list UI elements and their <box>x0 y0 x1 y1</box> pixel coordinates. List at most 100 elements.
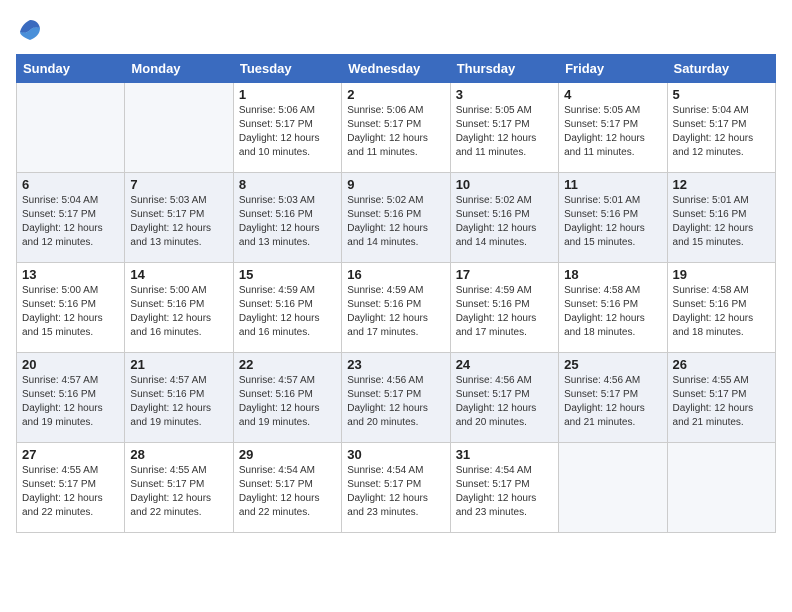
calendar-cell <box>667 443 775 533</box>
day-number: 18 <box>564 267 661 282</box>
day-info: Sunrise: 4:59 AM Sunset: 5:16 PM Dayligh… <box>239 284 336 340</box>
day-number: 26 <box>673 357 770 372</box>
day-info: Sunrise: 4:54 AM Sunset: 5:17 PM Dayligh… <box>239 464 336 520</box>
day-number: 13 <box>22 267 119 282</box>
day-number: 14 <box>130 267 227 282</box>
week-row-5: 27 Sunrise: 4:55 AM Sunset: 5:17 PM Dayli… <box>17 443 776 533</box>
calendar-cell: 24 Sunrise: 4:56 AM Sunset: 5:17 PM Dayli… <box>450 353 558 443</box>
day-info: Sunrise: 5:06 AM Sunset: 5:17 PM Dayligh… <box>347 104 444 160</box>
day-number: 6 <box>22 177 119 192</box>
calendar-cell: 29 Sunrise: 4:54 AM Sunset: 5:17 PM Dayli… <box>233 443 341 533</box>
calendar-cell: 16Sunrise: 4:59 AM Sunset: 5:16 PM Dayli… <box>342 263 450 353</box>
logo-icon <box>16 16 44 44</box>
day-number: 15 <box>239 267 336 282</box>
calendar-cell: 14 Sunrise: 5:00 AM Sunset: 5:16 PM Dayli… <box>125 263 233 353</box>
day-number: 12 <box>673 177 770 192</box>
calendar-cell: 27 Sunrise: 4:55 AM Sunset: 5:17 PM Dayli… <box>17 443 125 533</box>
col-header-friday: Friday <box>559 55 667 83</box>
calendar-cell: 21Sunrise: 4:57 AM Sunset: 5:16 PM Dayli… <box>125 353 233 443</box>
day-number: 2 <box>347 87 444 102</box>
day-number: 3 <box>456 87 553 102</box>
day-info: Sunrise: 5:03 AM Sunset: 5:16 PM Dayligh… <box>239 194 336 250</box>
col-header-monday: Monday <box>125 55 233 83</box>
day-number: 17 <box>456 267 553 282</box>
calendar-cell: 17 Sunrise: 4:59 AM Sunset: 5:16 PM Dayli… <box>450 263 558 353</box>
calendar-cell: 12 Sunrise: 5:01 AM Sunset: 5:16 PM Dayli… <box>667 173 775 263</box>
calendar-cell: 9 Sunrise: 5:02 AM Sunset: 5:16 PM Daylig… <box>342 173 450 263</box>
day-info: Sunrise: 4:57 AM Sunset: 5:16 PM Dayligh… <box>239 374 336 430</box>
calendar-cell: 13 Sunrise: 5:00 AM Sunset: 5:16 PM Dayli… <box>17 263 125 353</box>
day-info: Sunrise: 4:58 AM Sunset: 5:16 PM Dayligh… <box>673 284 770 340</box>
day-number: 23 <box>347 357 444 372</box>
calendar-cell: 10 Sunrise: 5:02 AM Sunset: 5:16 PM Dayli… <box>450 173 558 263</box>
calendar-cell: 18 Sunrise: 4:58 AM Sunset: 5:16 PM Dayli… <box>559 263 667 353</box>
calendar-cell: 4 Sunrise: 5:05 AM Sunset: 5:17 PM Daylig… <box>559 83 667 173</box>
day-number: 10 <box>456 177 553 192</box>
day-number: 8 <box>239 177 336 192</box>
day-info: Sunrise: 5:05 AM Sunset: 5:17 PM Dayligh… <box>456 104 553 160</box>
calendar-cell: 30 Sunrise: 4:54 AM Sunset: 5:17 PM Dayli… <box>342 443 450 533</box>
day-info: Sunrise: 4:59 AM Sunset: 5:16 PM Dayligh… <box>347 284 444 340</box>
day-info: Sunrise: 4:55 AM Sunset: 5:17 PM Dayligh… <box>22 464 119 520</box>
day-info: Sunrise: 5:06 AM Sunset: 5:17 PM Dayligh… <box>239 104 336 160</box>
col-header-saturday: Saturday <box>667 55 775 83</box>
calendar-cell: 19 Sunrise: 4:58 AM Sunset: 5:16 PM Dayli… <box>667 263 775 353</box>
col-header-wednesday: Wednesday <box>342 55 450 83</box>
calendar-cell <box>559 443 667 533</box>
col-header-sunday: Sunday <box>17 55 125 83</box>
calendar-cell: 6 Sunrise: 5:04 AM Sunset: 5:17 PM Daylig… <box>17 173 125 263</box>
day-info: Sunrise: 5:05 AM Sunset: 5:17 PM Dayligh… <box>564 104 661 160</box>
calendar-cell: 5Sunrise: 5:04 AM Sunset: 5:17 PM Daylig… <box>667 83 775 173</box>
day-info: Sunrise: 4:58 AM Sunset: 5:16 PM Dayligh… <box>564 284 661 340</box>
day-info: Sunrise: 5:01 AM Sunset: 5:16 PM Dayligh… <box>673 194 770 250</box>
day-info: Sunrise: 4:54 AM Sunset: 5:17 PM Dayligh… <box>347 464 444 520</box>
day-info: Sunrise: 4:56 AM Sunset: 5:17 PM Dayligh… <box>347 374 444 430</box>
day-number: 19 <box>673 267 770 282</box>
day-info: Sunrise: 5:02 AM Sunset: 5:16 PM Dayligh… <box>456 194 553 250</box>
calendar-cell: 7 Sunrise: 5:03 AM Sunset: 5:17 PM Daylig… <box>125 173 233 263</box>
calendar-cell: 2 Sunrise: 5:06 AM Sunset: 5:17 PM Daylig… <box>342 83 450 173</box>
day-info: Sunrise: 4:56 AM Sunset: 5:17 PM Dayligh… <box>456 374 553 430</box>
day-info: Sunrise: 5:04 AM Sunset: 5:17 PM Dayligh… <box>673 104 770 160</box>
day-number: 31 <box>456 447 553 462</box>
day-info: Sunrise: 5:00 AM Sunset: 5:16 PM Dayligh… <box>130 284 227 340</box>
calendar-cell <box>17 83 125 173</box>
calendar-cell: 8 Sunrise: 5:03 AM Sunset: 5:16 PM Daylig… <box>233 173 341 263</box>
day-info: Sunrise: 4:59 AM Sunset: 5:16 PM Dayligh… <box>456 284 553 340</box>
day-number: 22 <box>239 357 336 372</box>
day-info: Sunrise: 5:04 AM Sunset: 5:17 PM Dayligh… <box>22 194 119 250</box>
calendar-cell: 11Sunrise: 5:01 AM Sunset: 5:16 PM Dayli… <box>559 173 667 263</box>
day-info: Sunrise: 5:00 AM Sunset: 5:16 PM Dayligh… <box>22 284 119 340</box>
day-number: 1 <box>239 87 336 102</box>
day-number: 4 <box>564 87 661 102</box>
col-header-thursday: Thursday <box>450 55 558 83</box>
day-number: 11 <box>564 177 661 192</box>
week-row-3: 13 Sunrise: 5:00 AM Sunset: 5:16 PM Dayli… <box>17 263 776 353</box>
logo <box>16 16 48 44</box>
day-number: 21 <box>130 357 227 372</box>
day-number: 7 <box>130 177 227 192</box>
day-info: Sunrise: 4:55 AM Sunset: 5:17 PM Dayligh… <box>673 374 770 430</box>
day-number: 24 <box>456 357 553 372</box>
calendar-cell: 28 Sunrise: 4:55 AM Sunset: 5:17 PM Dayli… <box>125 443 233 533</box>
day-info: Sunrise: 4:55 AM Sunset: 5:17 PM Dayligh… <box>130 464 227 520</box>
day-info: Sunrise: 4:54 AM Sunset: 5:17 PM Dayligh… <box>456 464 553 520</box>
day-number: 25 <box>564 357 661 372</box>
day-number: 28 <box>130 447 227 462</box>
col-header-tuesday: Tuesday <box>233 55 341 83</box>
day-number: 29 <box>239 447 336 462</box>
day-info: Sunrise: 5:02 AM Sunset: 5:16 PM Dayligh… <box>347 194 444 250</box>
week-row-1: 1 Sunrise: 5:06 AM Sunset: 5:17 PM Daylig… <box>17 83 776 173</box>
calendar-cell: 23 Sunrise: 4:56 AM Sunset: 5:17 PM Dayli… <box>342 353 450 443</box>
day-info: Sunrise: 5:03 AM Sunset: 5:17 PM Dayligh… <box>130 194 227 250</box>
week-row-4: 20 Sunrise: 4:57 AM Sunset: 5:16 PM Dayli… <box>17 353 776 443</box>
day-number: 27 <box>22 447 119 462</box>
calendar-cell: 31 Sunrise: 4:54 AM Sunset: 5:17 PM Dayli… <box>450 443 558 533</box>
day-number: 9 <box>347 177 444 192</box>
calendar-cell: 26 Sunrise: 4:55 AM Sunset: 5:17 PM Dayli… <box>667 353 775 443</box>
calendar-cell: 1 Sunrise: 5:06 AM Sunset: 5:17 PM Daylig… <box>233 83 341 173</box>
calendar-cell: 20Sunrise: 4:57 AM Sunset: 5:16 PM Dayli… <box>17 353 125 443</box>
day-number: 20 <box>22 357 119 372</box>
day-number: 30 <box>347 447 444 462</box>
calendar-cell: 15 Sunrise: 4:59 AM Sunset: 5:16 PM Dayli… <box>233 263 341 353</box>
